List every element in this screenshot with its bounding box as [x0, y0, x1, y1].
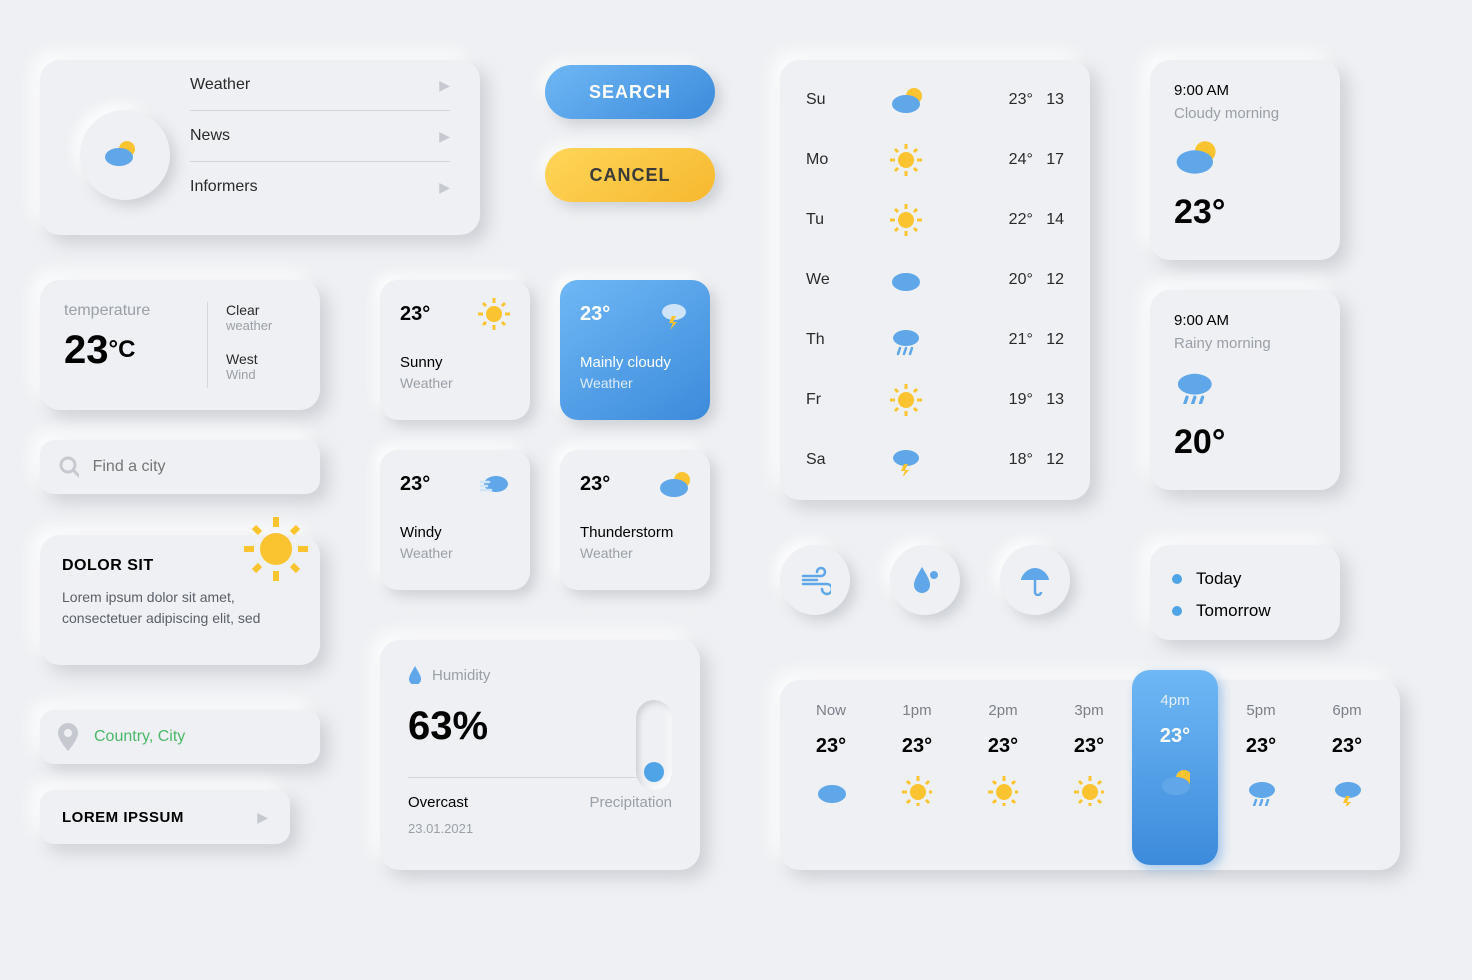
chevron-right-icon: ▶ — [257, 809, 268, 826]
search-input[interactable] — [40, 440, 320, 494]
cancel-button[interactable]: CANCEL — [545, 148, 715, 202]
now-card[interactable]: 9:00 AMCloudy morning23° — [1150, 60, 1340, 260]
dolor-text: Lorem ipsum dolor sit amet, consectetuer… — [62, 587, 298, 629]
location-text: Country, City — [94, 728, 185, 746]
partly-cloudy-icon — [103, 137, 147, 173]
hourly-col[interactable]: Now23° — [788, 680, 874, 870]
tab-tomorrow[interactable]: Tomorrow — [1172, 595, 1318, 627]
forecast-row[interactable]: Th21° 12 — [780, 310, 1090, 370]
search-icon — [58, 455, 79, 479]
wind-button[interactable] — [780, 545, 850, 615]
humidity-card: Humidity 63% Overcast Precipitation 23.0… — [380, 640, 700, 870]
sun-icon — [988, 776, 1018, 806]
pin-icon — [58, 723, 78, 751]
hourly-col[interactable]: 4pm23° — [1132, 670, 1218, 865]
menu-item-weather[interactable]: Weather▶ — [190, 60, 450, 111]
dolor-card: DOLOR SIT Lorem ipsum dolor sit amet, co… — [40, 535, 320, 665]
partly-icon — [658, 468, 690, 500]
wind-icon — [799, 564, 831, 596]
menu-item-informers[interactable]: Informers▶ — [190, 162, 450, 212]
sun-icon — [890, 204, 922, 236]
forecast-row[interactable]: Sa18° 12 — [780, 430, 1090, 490]
temperature-card: temperature 23°C Clear weather West Wind — [40, 280, 320, 410]
umbrella-icon — [1019, 564, 1051, 596]
forecast-row[interactable]: Fr19° 13 — [780, 370, 1090, 430]
cloud-icon — [816, 776, 846, 806]
forecast-row[interactable]: Su23° 13 — [780, 70, 1090, 130]
weather-circle-icon — [80, 110, 170, 200]
hourly-col[interactable]: 6pm23° — [1304, 680, 1390, 870]
weather-mini-card[interactable]: 23°SunnyWeather — [380, 280, 530, 420]
umbrella-button[interactable] — [1000, 545, 1070, 615]
weather-mini-card[interactable]: 23°WindyWeather — [380, 450, 530, 590]
forecast-row[interactable]: We20° 12 — [780, 250, 1090, 310]
hourly-col[interactable]: 3pm23° — [1046, 680, 1132, 870]
day-tabs: TodayTomorrow — [1150, 545, 1340, 640]
partly-icon — [1174, 136, 1218, 174]
menu-card: Weather▶News▶Informers▶ — [40, 60, 480, 235]
sun-icon — [890, 144, 922, 176]
storm-icon — [890, 444, 922, 476]
hourly-col[interactable]: 5pm23° — [1218, 680, 1304, 870]
hourly-col[interactable]: 1pm23° — [874, 680, 960, 870]
hourly-forecast: Now23°1pm23°2pm23°3pm23°4pm23°5pm23°6pm2… — [780, 680, 1400, 870]
drops-icon — [910, 565, 940, 595]
weather-mini-card[interactable]: 23°Mainly cloudyWeather — [560, 280, 710, 420]
sun-icon — [244, 517, 308, 581]
sun-icon — [890, 384, 922, 416]
tab-today[interactable]: Today — [1172, 563, 1318, 595]
menu-item-news[interactable]: News▶ — [190, 111, 450, 162]
sun-icon — [478, 298, 510, 330]
temperature-label: temperature — [64, 302, 189, 320]
hourly-col[interactable]: 2pm23° — [960, 680, 1046, 870]
partly-icon — [1160, 766, 1190, 796]
sun-icon — [902, 776, 932, 806]
cloud-icon — [890, 264, 922, 296]
search-button[interactable]: SEARCH — [545, 65, 715, 119]
storm-icon — [1332, 776, 1362, 806]
chevron-right-icon: ▶ — [439, 179, 450, 196]
lorem-button[interactable]: LOREM IPSSUM ▶ — [40, 790, 290, 844]
weekly-forecast: Su23° 13Mo24° 17Tu22° 14We20° 12Th21° 12… — [780, 60, 1090, 500]
humidity-slider[interactable] — [636, 700, 672, 790]
forecast-row[interactable]: Mo24° 17 — [780, 130, 1090, 190]
weather-mini-card[interactable]: 23°ThunderstormWeather — [560, 450, 710, 590]
rain-icon — [1174, 366, 1218, 404]
cloud-light-icon — [658, 298, 690, 330]
rain-icon — [1246, 776, 1276, 806]
city-search-field[interactable] — [93, 458, 302, 476]
humidity-value: 63% — [408, 704, 672, 749]
chevron-right-icon: ▶ — [439, 77, 450, 94]
chevron-right-icon: ▶ — [439, 128, 450, 145]
humidity-button[interactable] — [890, 545, 960, 615]
location-chip[interactable]: Country, City — [40, 710, 320, 764]
rain-icon — [890, 324, 922, 356]
forecast-row[interactable]: Tu22° 14 — [780, 190, 1090, 250]
drop-icon — [408, 666, 422, 684]
sun-icon — [1074, 776, 1104, 806]
now-card[interactable]: 9:00 AMRainy morning20° — [1150, 290, 1340, 490]
temperature-value: 23 — [64, 328, 109, 372]
wind-cloud-icon — [478, 468, 510, 500]
partly-icon — [890, 84, 922, 116]
